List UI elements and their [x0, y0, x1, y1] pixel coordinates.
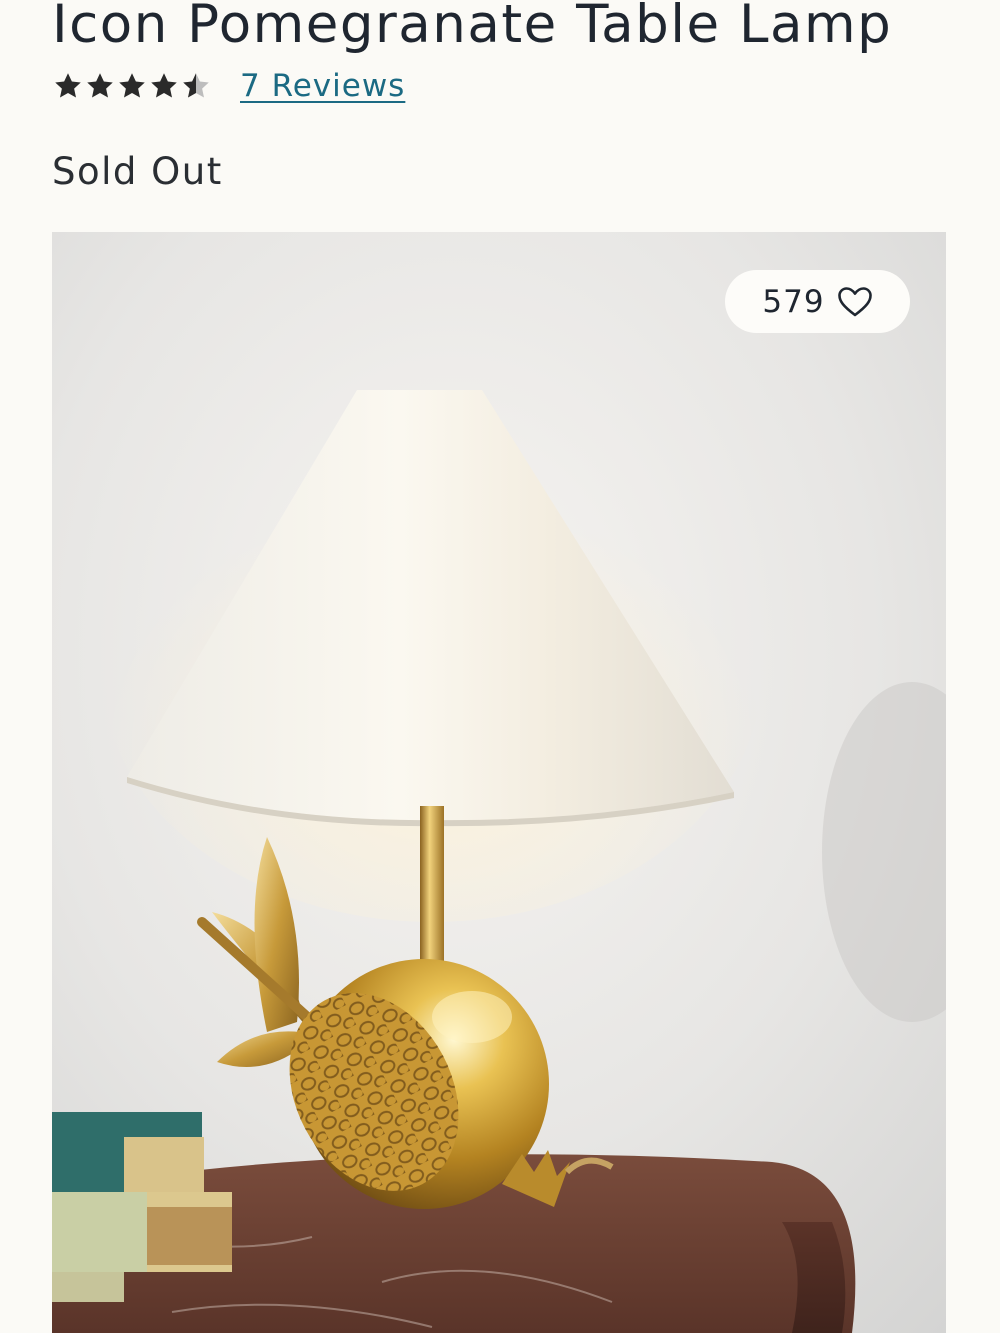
product-title: Icon Pomegranate Table Lamp — [52, 0, 893, 55]
reviews-link[interactable]: 7 Reviews — [240, 68, 405, 104]
product-image[interactable]: 579 — [52, 232, 946, 1333]
favorite-button[interactable]: 579 — [725, 270, 910, 333]
favorite-count: 579 — [762, 283, 825, 320]
star-half-icon — [183, 73, 209, 98]
star-full-icon — [55, 73, 81, 98]
rating-row: 7 Reviews — [52, 68, 405, 104]
heart-outline-icon — [837, 286, 872, 316]
star-full-icon — [119, 73, 145, 98]
lamp-photo — [52, 232, 946, 1333]
availability-status: Sold Out — [52, 150, 223, 193]
star-rating — [52, 71, 212, 101]
star-full-icon — [151, 73, 177, 98]
product-page: Icon Pomegranate Table Lamp 7 Reviews So… — [0, 0, 1000, 1333]
star-full-icon — [87, 73, 113, 98]
